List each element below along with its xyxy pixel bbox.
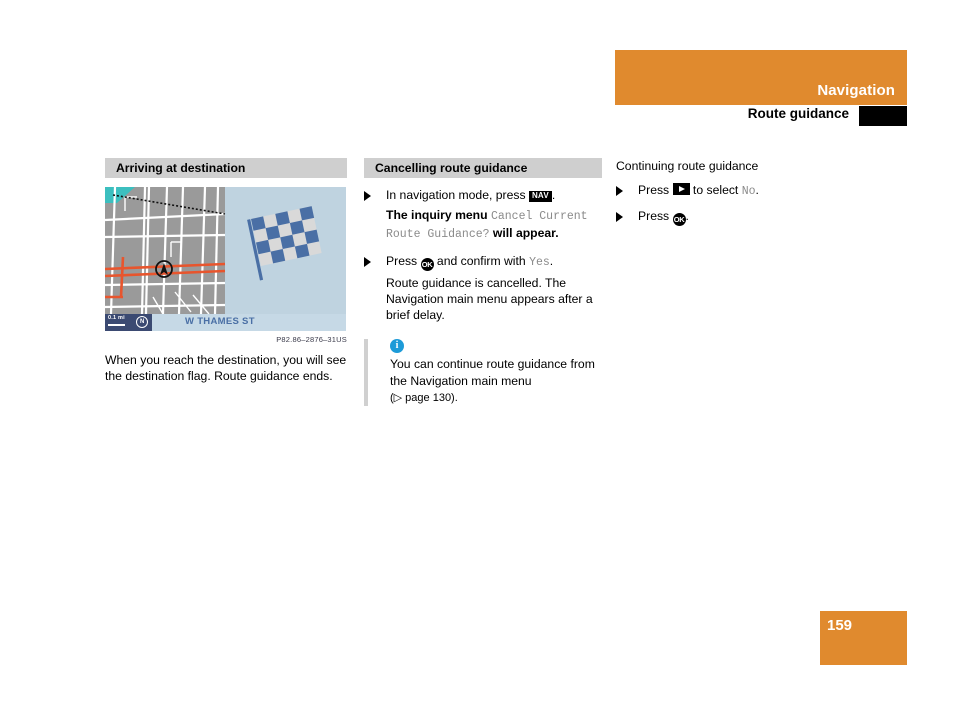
map-scale-panel: 0.1 mi N bbox=[105, 314, 152, 331]
step-text-suffix: . bbox=[685, 209, 689, 224]
step-item: In navigation mode, press NAV. bbox=[364, 187, 602, 203]
step-text-suffix: . bbox=[755, 183, 759, 198]
ok-key-icon[interactable]: OK bbox=[672, 213, 686, 227]
option-yes-mono: Yes bbox=[529, 255, 550, 269]
info-icon: i bbox=[390, 339, 404, 354]
step-text-prefix: In navigation mode, press bbox=[386, 188, 529, 202]
step-text-suffix: . bbox=[551, 188, 556, 202]
page-number-block: 159 bbox=[820, 611, 907, 665]
step-item: Press to select No. bbox=[616, 182, 856, 200]
page-cross-reference[interactable]: (▷ page 130). bbox=[390, 392, 458, 404]
step-text-suffix: . bbox=[549, 253, 554, 268]
nav-key-icon[interactable]: NAV bbox=[528, 190, 552, 202]
map-scale-bar bbox=[108, 324, 125, 326]
info-note-text: You can continue route guidance from the… bbox=[390, 356, 602, 406]
result-tail: will appear. bbox=[489, 226, 559, 241]
option-no-mono: No bbox=[741, 185, 756, 199]
figure-reference-code: P82.86–2876–31US bbox=[276, 335, 347, 344]
step-text-prefix: Press bbox=[638, 209, 673, 224]
right-column: Continuing route guidance Press to selec… bbox=[616, 158, 856, 230]
right-section-heading: Continuing route guidance bbox=[616, 159, 759, 173]
step-text-prefix: Press bbox=[386, 253, 421, 268]
map-status-bar: 0.1 mi N W THAMES ST bbox=[105, 314, 346, 331]
section-title: Route guidance bbox=[747, 106, 849, 121]
map-scale-label: 0.1 mi bbox=[108, 315, 125, 321]
step-item: Press OK and confirm with Yes. bbox=[364, 253, 602, 271]
left-column: Arriving at destination 0.1 mi N W THAME… bbox=[105, 158, 347, 384]
result-lead: The inquiry menu bbox=[386, 208, 491, 223]
step-result-text: The inquiry menu Cancel Current Route Gu… bbox=[364, 207, 602, 243]
bullet-arrow-icon bbox=[364, 256, 371, 267]
info-line-2: the Navigation main menu bbox=[390, 373, 532, 388]
navigation-map-figure: 0.1 mi N W THAMES ST bbox=[105, 187, 346, 331]
middle-section-heading: Cancelling route guidance bbox=[364, 158, 602, 178]
step-text-middle: and confirm with bbox=[433, 253, 530, 268]
info-note: i You can continue route guidance from t… bbox=[364, 339, 602, 407]
left-section-heading: Arriving at destination bbox=[105, 158, 347, 178]
left-body-text: When you reach the destination, you will… bbox=[105, 353, 347, 384]
map-street-name: W THAMES ST bbox=[185, 316, 255, 327]
map-graphics bbox=[105, 187, 322, 315]
step-result-text: Route guidance is cancelled. The Navigat… bbox=[386, 275, 593, 323]
right-arrow-key-icon[interactable] bbox=[672, 183, 690, 196]
header-black-marker bbox=[859, 106, 907, 126]
ok-key-icon[interactable]: OK bbox=[420, 257, 434, 271]
bullet-arrow-icon bbox=[616, 186, 623, 197]
header-band: Navigation bbox=[615, 50, 907, 105]
step-text-middle: to select bbox=[689, 183, 742, 198]
info-line-1: You can continue route guidance from bbox=[390, 357, 595, 372]
bullet-arrow-icon bbox=[364, 191, 371, 201]
compass-icon: N bbox=[136, 316, 148, 328]
page-number: 159 bbox=[827, 617, 853, 634]
middle-column: Cancelling route guidance In navigation … bbox=[364, 158, 602, 407]
step-item: Press OK. bbox=[616, 208, 856, 227]
header-subtitle-row: Route guidance bbox=[615, 106, 907, 126]
page-title: Navigation bbox=[817, 82, 895, 99]
step-text-prefix: Press bbox=[638, 183, 673, 198]
compass-letter: N bbox=[140, 319, 145, 325]
bullet-arrow-icon bbox=[616, 212, 623, 223]
